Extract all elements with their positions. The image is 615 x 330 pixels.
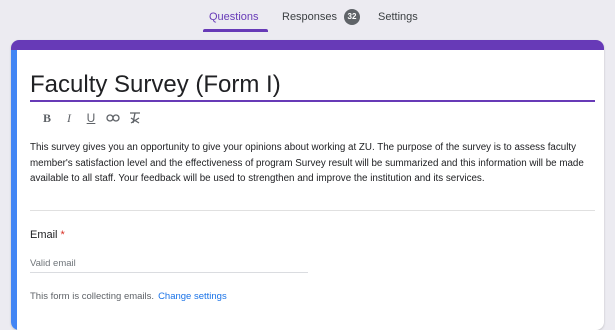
- bold-icon[interactable]: B: [39, 110, 55, 126]
- section-divider: [30, 210, 595, 211]
- email-collection-note: This form is collecting emails. Change se…: [30, 290, 227, 303]
- top-tab-bar: Questions Responses 32 Settings: [0, 9, 615, 32]
- active-tab-indicator: [203, 29, 268, 32]
- tab-responses[interactable]: Responses: [282, 9, 337, 25]
- link-icon[interactable]: [105, 110, 121, 127]
- email-field[interactable]: [30, 254, 308, 273]
- form-header-card: Faculty Survey (Form I) B I U This surve…: [11, 40, 604, 330]
- clear-formatting-icon[interactable]: [127, 110, 143, 128]
- form-title[interactable]: Faculty Survey (Form I): [30, 70, 281, 100]
- card-focus-bar: [11, 50, 17, 330]
- required-marker: *: [60, 229, 65, 241]
- responses-count-badge: 32: [344, 9, 360, 25]
- tab-settings[interactable]: Settings: [378, 9, 418, 25]
- italic-icon[interactable]: I: [61, 110, 77, 126]
- card-accent-bar: [11, 40, 604, 50]
- tab-questions[interactable]: Questions: [209, 9, 259, 25]
- change-settings-link[interactable]: Change settings: [158, 291, 227, 302]
- collection-note-text: This form is collecting emails.: [30, 291, 155, 302]
- email-label-text: Email: [30, 229, 58, 241]
- email-field-label: Email *: [30, 228, 65, 242]
- form-description[interactable]: This survey gives you an opportunity to …: [30, 140, 595, 187]
- underline-icon[interactable]: U: [83, 110, 99, 126]
- title-underline: [30, 100, 595, 102]
